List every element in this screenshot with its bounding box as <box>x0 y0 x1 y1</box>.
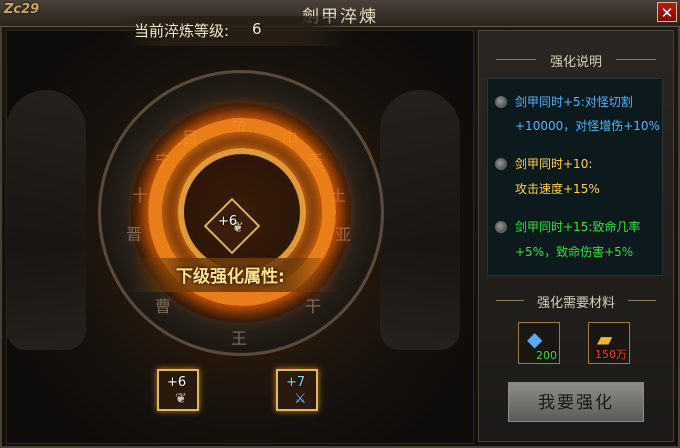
current-item-level: +6 <box>167 375 187 390</box>
description-line: +10000，对怪增伤+10% <box>515 119 660 133</box>
rune-glyph: 王 <box>231 329 248 348</box>
material-count: 200 <box>536 349 557 362</box>
description-line: +5%，致命伤害+5% <box>515 245 634 259</box>
dragon-statue-left <box>6 90 86 350</box>
rune-glyph: 干 <box>305 297 322 316</box>
dragon-statue-right <box>380 90 460 350</box>
material-slot-crystal[interactable]: ◆ 200 <box>518 322 560 364</box>
description-line: 攻击速度+15% <box>515 182 600 196</box>
crystal-icon: ◆ <box>527 327 543 351</box>
rune-glyph: 亚 <box>335 225 352 244</box>
bullet-icon <box>495 96 507 108</box>
current-item-slot[interactable]: +6 ❦ <box>157 369 199 411</box>
wing-icon: ❦ <box>232 220 244 236</box>
wing-icon: ❦ <box>175 391 187 407</box>
description-line: 剑甲同时+5:对怪切割 <box>515 95 633 109</box>
sword-icon: ⚔ <box>294 391 307 407</box>
description-line: 剑甲同时+10: <box>515 157 593 171</box>
bullet-icon <box>495 158 507 170</box>
current-level-label: 当前淬炼等级: <box>134 22 230 40</box>
materials-title: 强化需要材料 <box>536 296 615 311</box>
material-count: 150万 <box>595 348 627 361</box>
next-item-slot[interactable]: +7 ⚔ <box>276 369 318 411</box>
center-item[interactable]: +6 ❦ <box>212 206 252 246</box>
rune-glyph: 晋 <box>126 225 143 244</box>
bullet-icon <box>495 221 507 233</box>
enhance-description-title: 强化说明 <box>549 55 602 70</box>
material-slot-gold[interactable]: ▰ 150万 <box>588 322 630 364</box>
close-button[interactable]: ✕ <box>657 2 677 22</box>
next-item-level: +7 <box>286 375 306 390</box>
description-line: 剑甲同时+15:致命几率 <box>515 220 641 234</box>
rune-glyph: 十 <box>132 186 149 205</box>
next-level-label: 下级强化属性: <box>176 267 285 287</box>
current-level-value: 6 <box>252 20 262 38</box>
rune-glyph: 曹 <box>155 297 172 316</box>
upgrade-button[interactable]: 我要强化 <box>508 382 644 422</box>
